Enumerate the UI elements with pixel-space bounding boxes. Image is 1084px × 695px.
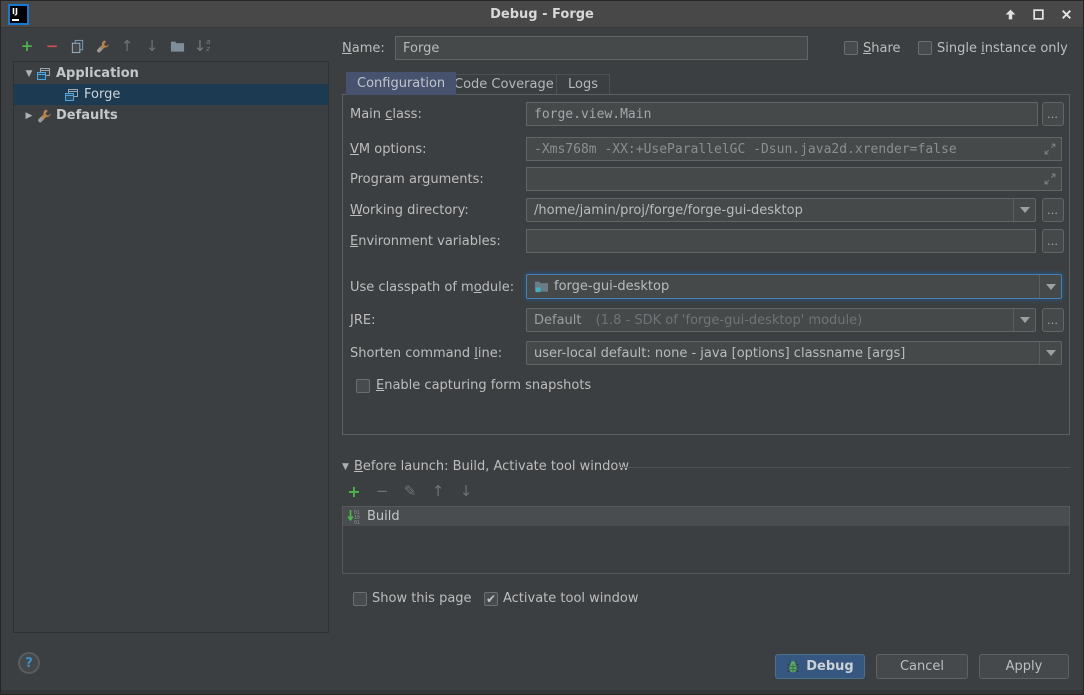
rollup-window-button[interactable] <box>1003 8 1017 22</box>
title-bar: Debug - Forge <box>1 1 1083 28</box>
move-down-button[interactable]: ↓ <box>142 37 162 55</box>
help-button[interactable]: ? <box>18 652 40 674</box>
svg-text:01: 01 <box>354 520 360 525</box>
copy-icon <box>70 39 85 54</box>
folder-icon <box>170 39 185 54</box>
task-row-build[interactable]: 011001 Build <box>343 507 1069 526</box>
tab-logs[interactable]: Logs <box>556 74 610 95</box>
tab-configuration[interactable]: Configuration <box>346 72 456 95</box>
wrench-icon <box>95 39 110 54</box>
pencil-icon: ✎ <box>404 482 417 500</box>
sort-arrow-icon: ↓ <box>194 37 207 55</box>
before-launch-header[interactable]: Before launch: Build, Activate tool wind… <box>354 459 629 474</box>
share-checkbox[interactable] <box>844 41 858 55</box>
move-up-icon: ↑ <box>432 482 445 500</box>
sort-configurations-button[interactable]: ↓ az <box>192 37 212 55</box>
remove-task-button[interactable]: − <box>372 482 392 500</box>
debug-bug-icon <box>786 660 800 674</box>
remove-configuration-button[interactable]: − <box>42 37 62 55</box>
move-task-down-button[interactable]: ↓ <box>456 482 476 500</box>
window-bottom-edge <box>1 690 1083 694</box>
build-icon: 011001 <box>347 509 363 525</box>
close-window-button[interactable] <box>1059 8 1073 22</box>
single-instance-checkbox[interactable] <box>918 41 932 55</box>
show-this-page-label[interactable]: Show this page <box>372 591 472 606</box>
cancel-button[interactable]: Cancel <box>876 654 968 679</box>
tree-collapsed-icon[interactable]: ▶ <box>22 111 36 121</box>
remove-icon: − <box>376 482 389 500</box>
add-icon: + <box>347 482 360 501</box>
sort-az-icon: az <box>206 39 210 53</box>
rollup-icon <box>1004 8 1017 21</box>
window-controls <box>1003 1 1073 28</box>
tree-expanded-icon[interactable]: ▼ <box>22 69 36 79</box>
name-input[interactable] <box>395 36 808 60</box>
add-configuration-button[interactable]: + <box>17 37 37 55</box>
maximize-window-button[interactable] <box>1031 8 1045 22</box>
move-up-icon: ↑ <box>121 37 134 55</box>
apply-button[interactable]: Apply <box>979 654 1069 679</box>
edit-task-button[interactable]: ✎ <box>400 482 420 500</box>
configurations-toolbar: + − ↑ ↓ ↓ az <box>17 37 212 55</box>
add-icon: + <box>21 37 34 55</box>
tree-item-label: Defaults <box>56 108 118 123</box>
tree-item-application[interactable]: ▼ Application <box>14 63 328 84</box>
move-down-icon: ↓ <box>146 37 159 55</box>
before-launch-task-list: 011001 Build <box>342 506 1070 574</box>
share-label[interactable]: Share <box>863 41 901 56</box>
configuration-tab-panel <box>342 94 1070 435</box>
move-up-button[interactable]: ↑ <box>117 37 137 55</box>
activate-tool-window-checkbox[interactable]: ✔ <box>484 592 498 606</box>
maximize-icon <box>1032 8 1045 21</box>
help-icon: ? <box>25 656 33 671</box>
section-divider <box>617 467 1070 468</box>
tree-item-defaults[interactable]: ▶ Defaults <box>14 105 328 126</box>
application-icon <box>64 87 80 103</box>
add-task-button[interactable]: + <box>344 482 364 500</box>
close-icon <box>1060 8 1073 21</box>
tab-code-coverage[interactable]: Code Coverage <box>442 74 566 95</box>
move-down-icon: ↓ <box>460 482 473 500</box>
tree-item-label: Forge <box>84 87 120 102</box>
debug-button[interactable]: Debug <box>775 654 865 679</box>
intellij-logo-icon: IJ <box>8 4 29 25</box>
debug-configuration-dialog: Debug - Forge IJ + − ↑ ↓ ↓ az <box>0 0 1084 695</box>
configurations-tree: ▼ Application Forge ▶ Defaults <box>13 61 329 633</box>
window-title: Debug - Forge <box>1 1 1083 28</box>
create-folder-button[interactable] <box>167 37 187 55</box>
edit-templates-button[interactable] <box>92 37 112 55</box>
wrench-icon <box>36 108 52 124</box>
check-icon: ✔ <box>486 593 496 605</box>
task-label: Build <box>367 509 400 524</box>
application-icon <box>36 66 52 82</box>
before-launch-toolbar: + − ✎ ↑ ↓ <box>344 482 476 500</box>
activate-tool-window-label[interactable]: Activate tool window <box>503 591 638 606</box>
remove-icon: − <box>46 37 59 55</box>
show-this-page-checkbox[interactable] <box>353 592 367 606</box>
collapse-section-icon[interactable]: ▼ <box>342 462 349 472</box>
move-task-up-button[interactable]: ↑ <box>428 482 448 500</box>
tree-item-forge[interactable]: Forge <box>14 84 328 105</box>
tree-item-label: Application <box>56 66 139 81</box>
copy-configuration-button[interactable] <box>67 37 87 55</box>
name-label: Name: <box>342 41 385 56</box>
single-instance-label[interactable]: Single instance only <box>937 41 1068 56</box>
